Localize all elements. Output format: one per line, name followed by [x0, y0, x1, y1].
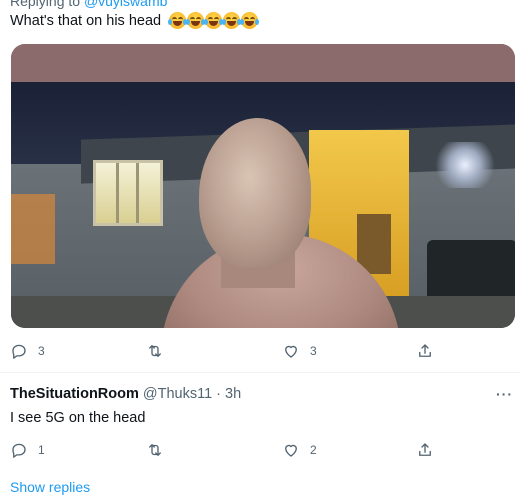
share-button[interactable] [416, 342, 434, 360]
reply-header: TheSituationRoom @Thuks11 · 3h [10, 386, 241, 402]
face-with-tears-of-joy-icon [186, 12, 206, 29]
video-outdoor-light [433, 142, 497, 188]
retweet-icon [149, 444, 161, 456]
like-count: 3 [310, 344, 317, 358]
video-person-head [199, 118, 311, 268]
reply-icon [12, 344, 26, 359]
reply-text: I see 5G on the head [10, 410, 146, 426]
face-with-tears-of-joy-icon [222, 12, 242, 29]
reply-icon [12, 443, 26, 458]
like-button[interactable]: 3 [282, 342, 317, 360]
heart-icon [285, 444, 297, 457]
face-with-tears-of-joy-icon [204, 12, 224, 29]
retweet-button[interactable] [146, 342, 174, 360]
face-with-tears-of-joy-icon [240, 12, 260, 29]
share-icon [419, 344, 431, 357]
show-replies-link[interactable]: Show replies [10, 479, 90, 495]
reply-reply-button[interactable]: 1 [10, 441, 45, 459]
tweet-media-video[interactable] [11, 44, 515, 328]
reply-like-button[interactable]: 2 [282, 441, 317, 459]
reply-author-name[interactable]: TheSituationRoom [10, 386, 139, 402]
replying-to-label: Replying to [10, 0, 81, 9]
share-icon [419, 443, 431, 456]
reply-count: 3 [38, 344, 45, 358]
reply-retweet-button[interactable] [146, 441, 174, 459]
tweet-divider [0, 372, 520, 373]
tweet-action-bar: 3 3 [0, 342, 520, 362]
video-letterbox-band [11, 44, 515, 82]
reply-timestamp[interactable]: 3h [225, 386, 241, 402]
video-left-door [11, 194, 55, 264]
more-options-icon[interactable]: ··· [496, 386, 513, 402]
tweet-text-content: What's that on his head [10, 12, 162, 29]
heart-icon [285, 345, 297, 358]
reply-reply-count: 1 [38, 443, 45, 457]
replying-to-line: Replying to @vuyiswamb [10, 0, 167, 9]
reply-author-handle[interactable]: @Thuks11 [143, 386, 212, 402]
video-lit-window [93, 160, 163, 226]
reply-like-count: 2 [310, 443, 317, 457]
reply-share-button[interactable] [416, 441, 434, 459]
tweet-text: What's that on his head [10, 12, 260, 29]
retweet-icon [149, 345, 161, 357]
emoji-group [168, 12, 260, 29]
reply-separator: · [216, 386, 221, 402]
reply-action-bar: 1 2 [0, 441, 520, 461]
face-with-tears-of-joy-icon [168, 12, 188, 29]
reply-button[interactable]: 3 [10, 342, 45, 360]
replying-to-handle-link[interactable]: @vuyiswamb [84, 0, 167, 9]
